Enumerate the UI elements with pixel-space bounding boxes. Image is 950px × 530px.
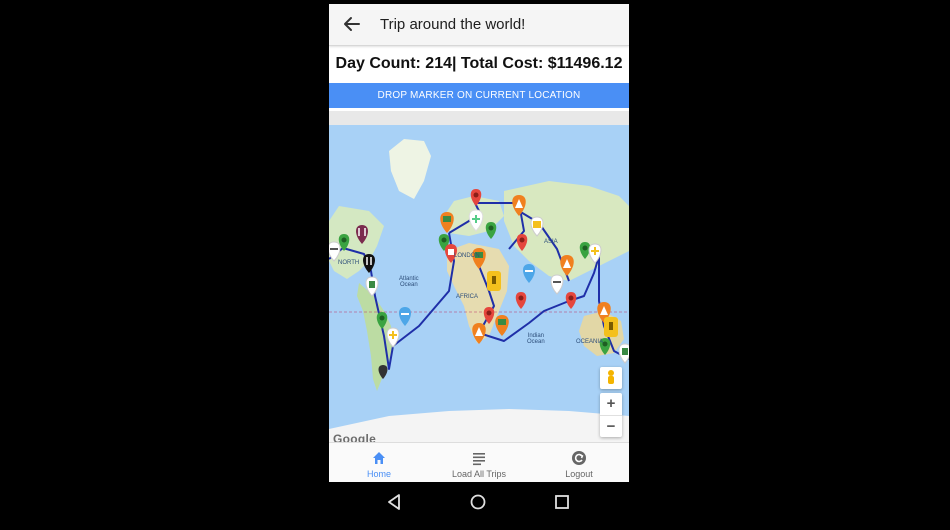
zoom-in-button[interactable]: + — [600, 393, 622, 415]
back-triangle-icon[interactable] — [382, 490, 406, 514]
nav-load-all-trips[interactable]: Load All Trips — [429, 443, 529, 482]
map-label-london: LONDON — [454, 253, 480, 259]
app-bar: Trip around the world! — [329, 4, 629, 46]
pegman-icon — [608, 370, 614, 384]
world-map-graphic — [329, 111, 629, 442]
arrow-left-icon[interactable] — [341, 13, 363, 35]
trip-stats: Day Count: 214| Total Cost: $11496.12 — [335, 55, 623, 72]
bottom-navigation: Home Load All Trips Logout — [329, 442, 629, 482]
logout-icon — [572, 451, 586, 465]
map-label-indian: Indian Ocean — [527, 333, 545, 345]
nav-home-label: Home — [366, 469, 391, 479]
nav-home[interactable]: Home — [329, 443, 429, 482]
nav-load-all-trips-label: Load All Trips — [451, 469, 507, 479]
home-icon — [373, 452, 385, 464]
page-title: Trip around the world! — [380, 16, 526, 33]
nav-logout-label: Logout — [565, 469, 593, 479]
zoom-control: + − — [600, 393, 622, 437]
map-label-atlantic: Atlantic Ocean — [399, 276, 419, 288]
list-icon — [473, 453, 485, 466]
nav-logout[interactable]: Logout — [529, 443, 629, 482]
map-label-north: NORTH — [338, 260, 360, 266]
drop-marker-button[interactable]: DROP MARKER ON CURRENT LOCATION — [329, 83, 629, 108]
map-label-oceania: OCEANIA — [576, 339, 604, 345]
map-view[interactable]: NORTH Atlantic Ocean AFRICA ASIA LONDON … — [329, 111, 629, 442]
map-label-africa: AFRICA — [456, 294, 479, 300]
google-logo: Google — [333, 432, 377, 442]
zoom-out-button[interactable]: − — [600, 415, 622, 438]
phone-screen: Trip around the world! Day Count: 214| T… — [329, 4, 629, 482]
recents-square-icon[interactable] — [550, 490, 574, 514]
system-navigation-bar — [0, 482, 950, 522]
map-label-asia: ASIA — [544, 239, 558, 245]
home-circle-icon[interactable] — [466, 490, 490, 514]
street-view-pegman[interactable] — [600, 367, 622, 389]
